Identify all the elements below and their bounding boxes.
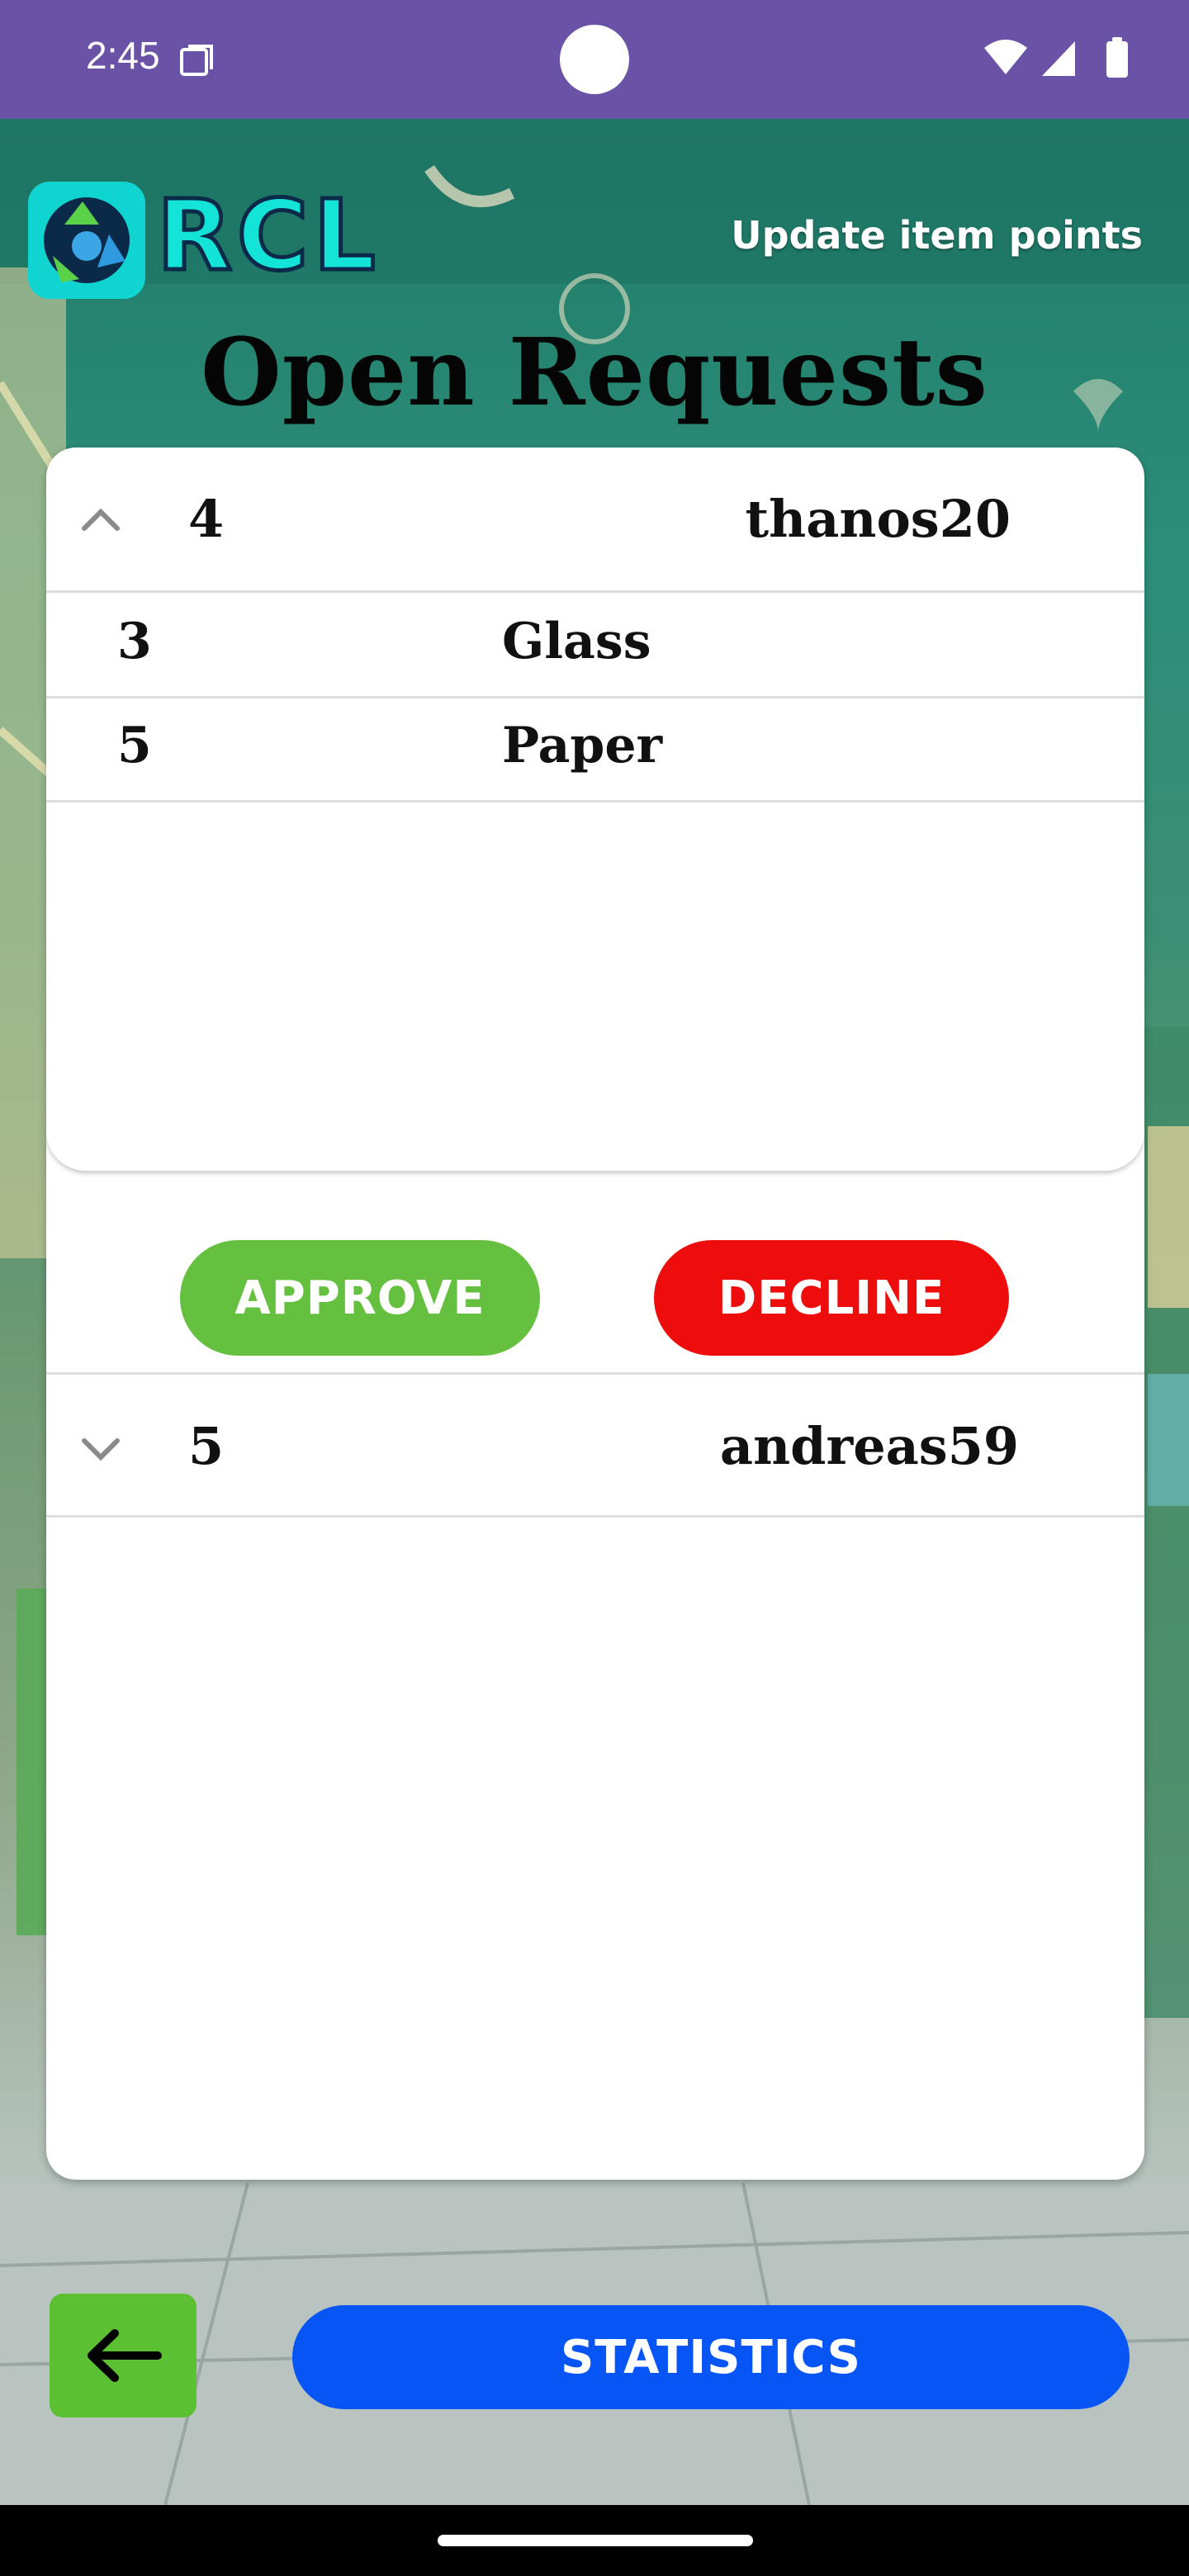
statistics-button[interactable]: STATISTICS bbox=[292, 2305, 1130, 2409]
page-title: Open Requests bbox=[201, 319, 988, 427]
request-user: andreas59 bbox=[719, 1416, 1019, 1476]
update-item-points-link[interactable]: Update item points bbox=[731, 213, 1143, 258]
item-name: Glass bbox=[502, 613, 651, 670]
recycle-logo-icon bbox=[28, 182, 145, 299]
list-item: 3 Glass bbox=[46, 594, 1144, 698]
logo-text: RCL bbox=[155, 178, 381, 292]
status-bar: 2:45 bbox=[0, 0, 1189, 119]
system-nav-bar bbox=[0, 2505, 1189, 2576]
decline-button[interactable]: DECLINE bbox=[654, 1240, 1009, 1356]
item-name: Paper bbox=[502, 717, 663, 774]
signal-icon bbox=[1042, 41, 1075, 76]
request-row-header[interactable]: 4 thanos20 bbox=[46, 447, 1144, 593]
item-quantity: 3 bbox=[117, 613, 152, 670]
list-item: 5 Paper bbox=[46, 698, 1144, 803]
request-id: 4 bbox=[188, 489, 225, 549]
app-logo: RCL bbox=[28, 178, 408, 302]
back-button[interactable] bbox=[50, 2294, 197, 2417]
arrow-left-icon bbox=[88, 2329, 162, 2382]
request-row-header[interactable]: 5 andreas59 bbox=[46, 1372, 1144, 1518]
wifi-icon bbox=[984, 40, 1027, 74]
requests-list: 4 thanos20 3 Glass 5 Paper APPROVE DECLI… bbox=[46, 447, 1144, 2180]
request-items-list: 3 Glass 5 Paper bbox=[46, 594, 1144, 1171]
screen-record-icon bbox=[180, 45, 213, 76]
item-quantity: 5 bbox=[117, 717, 152, 774]
request-user: thanos20 bbox=[745, 489, 1011, 549]
battery-icon bbox=[1106, 41, 1128, 78]
chevron-up-icon[interactable] bbox=[76, 495, 126, 545]
request-id: 5 bbox=[188, 1416, 225, 1476]
chevron-down-icon[interactable] bbox=[76, 1423, 126, 1472]
status-icons bbox=[984, 37, 1128, 78]
status-time: 2:45 bbox=[86, 34, 160, 77]
approve-button[interactable]: APPROVE bbox=[180, 1240, 540, 1356]
camera-cutout bbox=[560, 25, 629, 94]
home-handle[interactable] bbox=[438, 2535, 753, 2546]
